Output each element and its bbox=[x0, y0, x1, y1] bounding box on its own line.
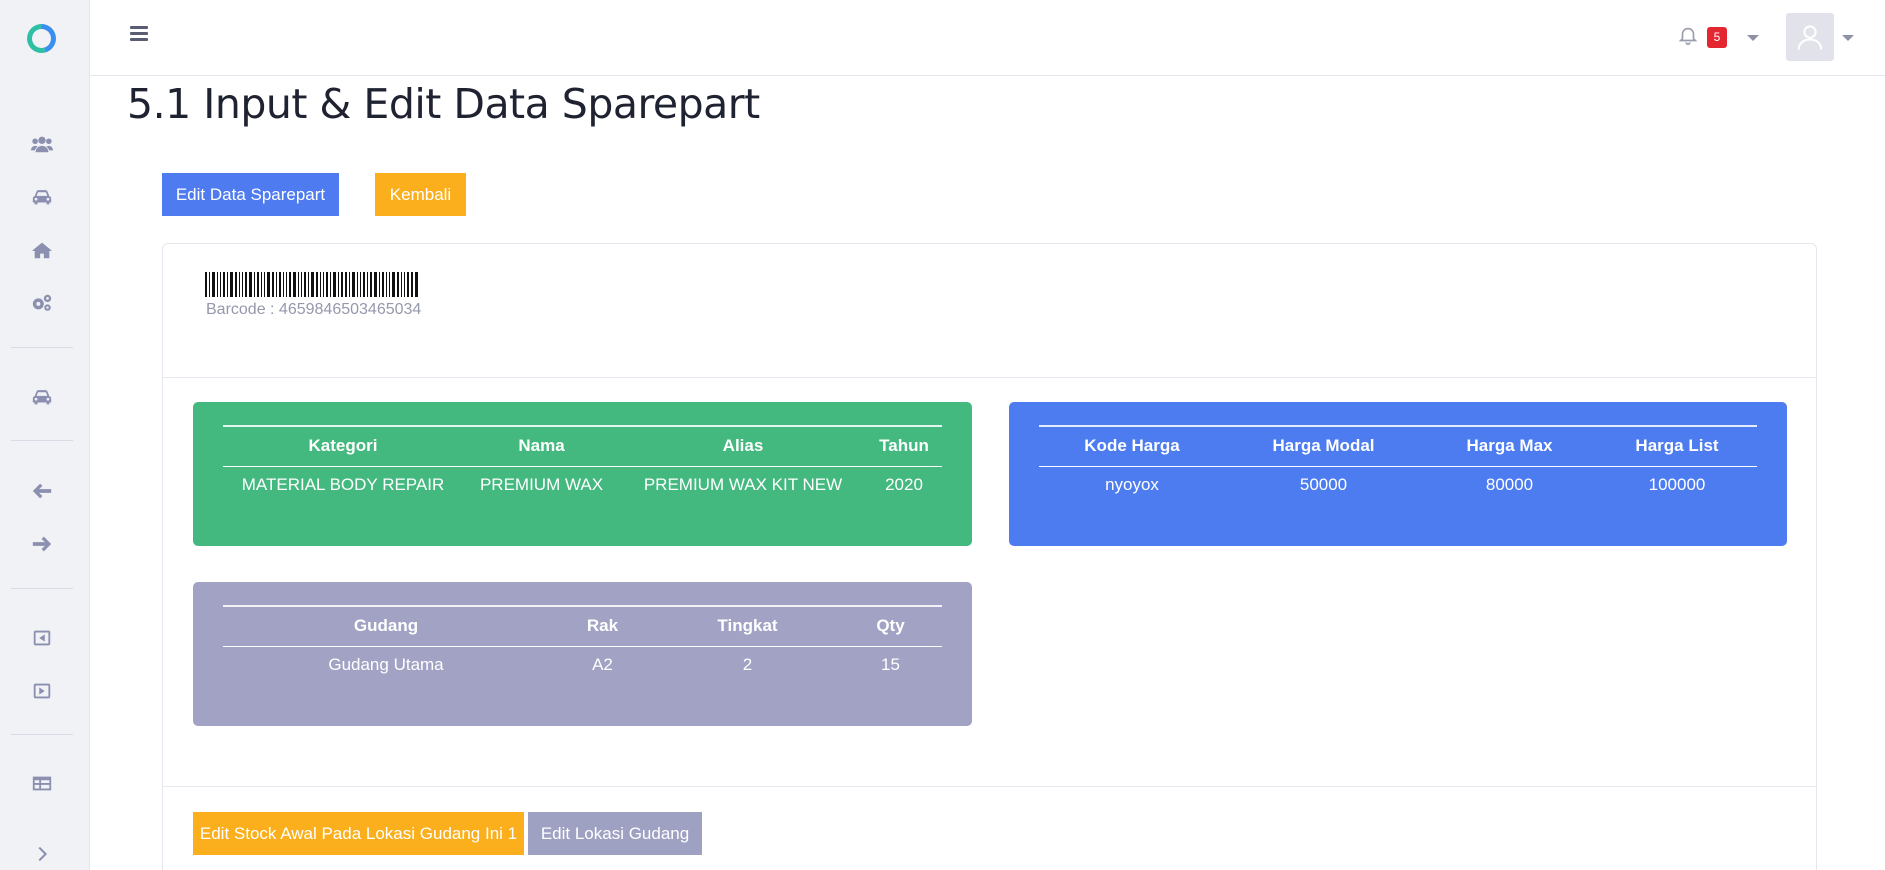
table-icon[interactable] bbox=[29, 772, 55, 794]
price-panel: Kode Harga Harga Modal Harga Max Harga L… bbox=[1009, 402, 1787, 546]
table-cell: 100000 bbox=[1648, 475, 1706, 495]
car-icon[interactable] bbox=[29, 386, 55, 408]
stock-panel: Gudang Rak Tingkat Qty Gudang Utama A2 2… bbox=[193, 582, 972, 726]
table-cell: 50000 bbox=[1299, 475, 1348, 495]
gears-icon[interactable] bbox=[29, 292, 55, 314]
table-row: Gudang Utama A2 2 15 bbox=[223, 646, 942, 684]
sidebar-divider bbox=[11, 588, 73, 589]
card-divider bbox=[163, 786, 1816, 787]
table-cell: Gudang Utama bbox=[328, 655, 444, 675]
edit-warehouse-location-button[interactable]: Edit Lokasi Gudang bbox=[528, 812, 702, 855]
users-icon[interactable] bbox=[29, 133, 55, 155]
table-cell: 2020 bbox=[885, 475, 923, 495]
notification-badge: 5 bbox=[1707, 27, 1727, 48]
notifications-dropdown-caret-icon[interactable] bbox=[1747, 35, 1759, 41]
table-header: Harga List bbox=[1597, 425, 1757, 467]
table-header: Kategori bbox=[223, 425, 463, 467]
card-divider bbox=[163, 377, 1816, 378]
barcode-label: Barcode : 4659846503465034 bbox=[206, 301, 422, 318]
table-cell: nyoyox bbox=[1105, 475, 1159, 495]
table-header: Tahun bbox=[866, 425, 942, 467]
table-row: MATERIAL BODY REPAIR PREMIUM WAX PREMIUM… bbox=[223, 466, 942, 504]
table-cell: 2 bbox=[742, 655, 753, 675]
price-table: Kode Harga Harga Modal Harga Max Harga L… bbox=[1039, 425, 1757, 504]
bell-icon[interactable] bbox=[1677, 24, 1699, 48]
caret-square-left-icon[interactable] bbox=[29, 627, 55, 649]
detail-panel: Kategori Nama Alias Tahun MATERIAL BODY … bbox=[193, 402, 972, 546]
logo[interactable] bbox=[27, 24, 56, 53]
table-header: Rak bbox=[549, 605, 656, 647]
table-cell: PREMIUM WAX KIT NEW bbox=[643, 475, 843, 495]
table-header: Harga Modal bbox=[1225, 425, 1422, 467]
table-cell: PREMIUM WAX bbox=[479, 475, 604, 495]
sparepart-detail-card: Barcode : 4659846503465034 Kategori Nama… bbox=[162, 243, 1817, 870]
table-header: Tingkat bbox=[656, 605, 839, 647]
table-header: Gudang bbox=[223, 605, 549, 647]
detail-table: Kategori Nama Alias Tahun MATERIAL BODY … bbox=[223, 425, 942, 504]
back-button[interactable]: Kembali bbox=[375, 173, 466, 216]
sidebar-divider bbox=[11, 734, 73, 735]
sidebar-divider bbox=[11, 440, 73, 441]
top-header: 5 bbox=[90, 0, 1885, 76]
sidebar-divider bbox=[11, 347, 73, 348]
barcode-image bbox=[205, 272, 459, 297]
arrow-left-icon[interactable] bbox=[29, 480, 55, 502]
table-header: Qty bbox=[839, 605, 942, 647]
table-cell: A2 bbox=[592, 655, 613, 675]
stock-table: Gudang Rak Tingkat Qty Gudang Utama A2 2… bbox=[223, 605, 942, 684]
table-cell: 80000 bbox=[1485, 475, 1534, 495]
sidebar bbox=[0, 0, 90, 870]
table-header: Nama bbox=[463, 425, 620, 467]
user-avatar[interactable] bbox=[1786, 13, 1834, 61]
table-header: Harga Max bbox=[1422, 425, 1597, 467]
table-cell: 15 bbox=[881, 655, 900, 675]
table-header: Kode Harga bbox=[1039, 425, 1225, 467]
table-cell: MATERIAL BODY REPAIR bbox=[241, 475, 445, 495]
page-title: 5.1 Input & Edit Data Sparepart bbox=[127, 80, 760, 128]
car-icon[interactable] bbox=[29, 186, 55, 208]
table-header: Alias bbox=[620, 425, 866, 467]
arrow-right-icon[interactable] bbox=[29, 533, 55, 555]
home-icon[interactable] bbox=[29, 239, 55, 261]
user-dropdown-caret-icon[interactable] bbox=[1842, 35, 1854, 41]
menu-toggle-icon[interactable] bbox=[130, 26, 148, 42]
chevron-right-icon[interactable] bbox=[29, 843, 55, 865]
edit-sparepart-button[interactable]: Edit Data Sparepart bbox=[162, 173, 339, 216]
caret-square-right-icon[interactable] bbox=[29, 680, 55, 702]
edit-initial-stock-button[interactable]: Edit Stock Awal Pada Lokasi Gudang Ini 1 bbox=[193, 812, 524, 855]
table-row: nyoyox 50000 80000 100000 bbox=[1039, 466, 1757, 504]
